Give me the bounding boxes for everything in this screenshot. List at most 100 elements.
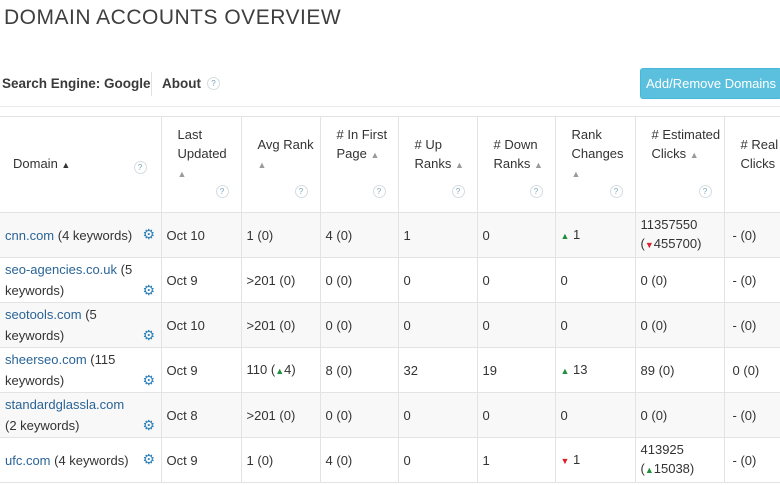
rank-changes-cell: ▼ 1 <box>555 437 636 483</box>
last-updated-cell: Oct 9 <box>161 437 242 483</box>
domain-link[interactable]: ufc.com <box>5 453 51 468</box>
first-page-cell: 4 (0) <box>320 437 399 483</box>
gear-icon[interactable]: ⚙ <box>143 373 156 387</box>
avg-rank-cell: >201 (0) <box>241 302 321 348</box>
estimated-clicks-change: (0) <box>651 407 668 423</box>
estimated-clicks-cell: 0 (0) <box>635 302 725 348</box>
table-row: seotools.com (5 keywords) ⚙ Oct 10 >201 (… <box>0 302 780 348</box>
rank-change-value: 13 <box>573 361 588 377</box>
estimated-clicks-cell: 89 (0) <box>635 347 725 393</box>
rank-changes-cell: 0 <box>555 257 636 303</box>
avg-rank-cell: >201 (0) <box>241 257 321 303</box>
col-down-ranks-label: # Down Ranks <box>493 137 538 171</box>
sort-icon[interactable]: ▲ <box>258 160 267 170</box>
real-clicks-change: (0) <box>740 407 757 423</box>
table-header-row: Domain ▲ ? Last Updated ▲ ? Avg Rank ▲ ?… <box>0 116 780 213</box>
about-help-icon[interactable]: ? <box>207 77 220 90</box>
help-icon[interactable]: ? <box>133 161 147 174</box>
domain-link[interactable]: sheerseo.com <box>5 352 87 367</box>
sort-icon[interactable]: ▲ <box>61 160 70 170</box>
down-ranks-cell: 0 <box>477 212 556 258</box>
gear-icon[interactable]: ⚙ <box>143 328 156 342</box>
col-down-ranks[interactable]: # Down Ranks ▲ ? <box>477 116 556 213</box>
help-icon[interactable]: ? <box>529 185 543 198</box>
domain-link[interactable]: standardglassla.com <box>5 397 124 412</box>
col-up-ranks-label: # Up Ranks <box>414 137 452 171</box>
sort-icon[interactable]: ▲ <box>455 160 464 170</box>
help-icon[interactable]: ? <box>451 185 465 198</box>
help-icon[interactable]: ? <box>698 185 712 198</box>
domain-cell: seo-agencies.co.uk (5 keywords) ⚙ <box>0 257 162 303</box>
first-page-cell: 8 (0) <box>320 347 399 393</box>
help-icon[interactable]: ? <box>294 185 308 198</box>
help-icon[interactable]: ? <box>372 185 386 198</box>
domain-cell: ufc.com (4 keywords) ⚙ <box>0 437 162 483</box>
up-ranks-cell: 0 <box>398 392 478 438</box>
avg-rank-value: >201 <box>246 317 276 333</box>
rank-changes-cell: ▲ 13 <box>555 347 636 393</box>
avg-rank-cell: 1 (0) <box>241 437 321 483</box>
real-clicks-change: (0) <box>740 227 757 243</box>
first-page-cell: 0 (0) <box>320 257 399 303</box>
real-clicks-change: (0) <box>743 362 760 378</box>
avg-rank-cell: 1 (0) <box>241 212 321 258</box>
sort-icon[interactable]: ▲ <box>690 150 699 160</box>
table-row: seo-agencies.co.uk (5 keywords) ⚙ Oct 9 >… <box>0 257 780 303</box>
gear-icon[interactable]: ⚙ <box>143 452 156 466</box>
last-updated-cell: Oct 9 <box>161 347 242 393</box>
up-ranks-cell: 0 <box>398 257 478 303</box>
estimated-clicks-value: 11357550 <box>640 217 698 232</box>
help-icon[interactable]: ? <box>609 185 623 198</box>
up-ranks-cell: 32 <box>398 347 478 393</box>
col-avg-rank[interactable]: Avg Rank ▲ ? <box>241 116 321 213</box>
sort-icon[interactable]: ▲ <box>371 150 380 160</box>
gear-icon[interactable]: ⚙ <box>143 227 156 241</box>
col-estimated-clicks[interactable]: # Estimated Clicks ▲ ? <box>635 116 725 213</box>
avg-rank-value: >201 <box>246 407 276 423</box>
up-ranks-cell: 0 <box>398 437 478 483</box>
real-clicks-value: - <box>732 272 737 288</box>
add-remove-domains-button[interactable]: Add/Remove Domains <box>640 68 780 99</box>
help-icon[interactable]: ? <box>215 185 229 198</box>
rank-change-value: 1 <box>573 451 581 467</box>
real-clicks-value: - <box>732 407 737 423</box>
first-page-change: (0) <box>336 407 353 423</box>
col-domain-label: Domain <box>13 156 58 171</box>
domain-link[interactable]: cnn.com <box>5 228 54 243</box>
sort-icon[interactable]: ▲ <box>178 169 187 179</box>
arrow-up-icon: ▲ <box>560 230 570 241</box>
first-page-value: 0 <box>325 272 333 288</box>
down-ranks-cell: 0 <box>477 392 556 438</box>
real-clicks-cell: - (0) <box>724 257 780 303</box>
estimated-clicks-value: 413925 <box>640 442 684 457</box>
toolbar-divider <box>151 72 152 96</box>
arrow-up-icon: ▲ <box>560 365 570 376</box>
first-page-value: 4 <box>325 227 333 243</box>
gear-icon[interactable]: ⚙ <box>143 418 156 432</box>
col-domain[interactable]: Domain ▲ ? <box>0 116 162 213</box>
gear-icon[interactable]: ⚙ <box>143 283 156 297</box>
domain-link[interactable]: seo-agencies.co.uk <box>5 262 117 277</box>
estimated-clicks-cell: 413925 (▲15038) <box>635 437 725 483</box>
sort-icon[interactable]: ▲ <box>572 169 581 179</box>
avg-rank-value: 1 <box>246 452 254 468</box>
about-link[interactable]: About <box>162 76 201 91</box>
col-rank-changes[interactable]: Rank Changes ▲ ? <box>555 116 636 213</box>
real-clicks-value: - <box>732 317 737 333</box>
rank-changes-cell: 0 <box>555 392 636 438</box>
domain-cell: cnn.com (4 keywords) ⚙ <box>0 212 162 258</box>
page-title: DOMAIN ACCOUNTS OVERVIEW <box>4 6 342 29</box>
estimated-clicks-value: 89 <box>640 362 655 378</box>
col-last-updated[interactable]: Last Updated ▲ ? <box>161 116 242 213</box>
search-engine-label: Search Engine: Google <box>2 76 151 91</box>
real-clicks-cell: - (0) <box>724 302 780 348</box>
col-in-first-page[interactable]: # In First Page ▲ ? <box>320 116 399 213</box>
col-up-ranks[interactable]: # Up Ranks ▲ ? <box>398 116 478 213</box>
real-clicks-cell: - (0) <box>724 437 780 483</box>
first-page-change: (0) <box>336 317 353 333</box>
col-real-clicks[interactable]: # Real Clicks <box>724 116 780 213</box>
col-rank-changes-label: Rank Changes <box>571 127 624 161</box>
domain-link[interactable]: seotools.com <box>5 307 82 322</box>
avg-rank-change: 4 <box>284 361 292 377</box>
sort-icon[interactable]: ▲ <box>534 160 543 170</box>
